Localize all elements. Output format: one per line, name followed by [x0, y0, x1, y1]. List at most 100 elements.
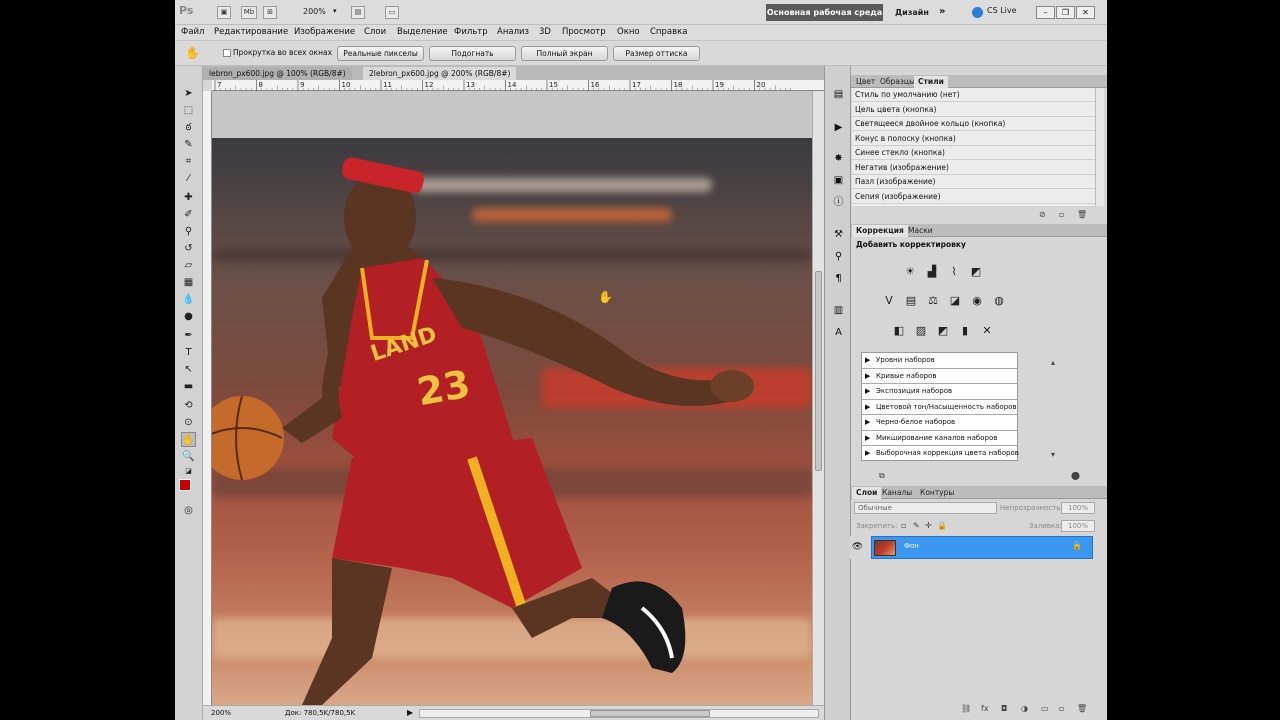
photo-filter-icon[interactable]: ◉: [969, 293, 985, 309]
gradient-map-icon[interactable]: ▮: [957, 323, 973, 339]
new-group-icon[interactable]: ▭: [1041, 704, 1049, 713]
clear-style-icon[interactable]: ⊘: [1039, 210, 1046, 219]
info-icon[interactable]: ⓘ: [832, 196, 845, 209]
quick-selection-tool-icon[interactable]: ✎: [181, 137, 196, 152]
navigator-icon[interactable]: ▣: [832, 174, 845, 187]
play-icon[interactable]: ▶: [407, 708, 413, 717]
document-canvas[interactable]: LAND 23 ✋: [212, 91, 812, 705]
menu-edit[interactable]: Редактирование: [214, 27, 288, 37]
pen-tool-icon[interactable]: ✒: [181, 328, 196, 343]
eraser-tool-icon[interactable]: ▱: [181, 258, 196, 273]
character-icon[interactable]: A: [832, 326, 845, 339]
more-workspaces-icon[interactable]: »: [939, 6, 945, 17]
path-selection-tool-icon[interactable]: ↖: [181, 362, 196, 377]
gradient-tool-icon[interactable]: ▦: [181, 275, 196, 290]
dodge-tool-icon[interactable]: ●: [181, 309, 196, 324]
list-item[interactable]: ▶ Кривые наборов: [862, 369, 1017, 384]
scroll-all-windows-checkbox[interactable]: [223, 49, 231, 57]
list-item[interactable]: Светящееся двойное кольцо (кнопка): [852, 117, 1095, 131]
list-item[interactable]: ▶ Микширование каналов наборов: [862, 431, 1017, 446]
tool-presets-icon[interactable]: ⚒: [832, 228, 845, 241]
lock-all-icon[interactable]: 🔒: [937, 521, 947, 530]
fill-input[interactable]: 100%: [1061, 520, 1095, 532]
lock-transparency-icon[interactable]: ▫: [901, 521, 906, 530]
new-style-icon[interactable]: ▫: [1059, 210, 1064, 219]
list-item[interactable]: Цель цвета (кнопка): [852, 103, 1095, 117]
document-tab-1[interactable]: lebron_px600.jpg @ 100% (RGB/8#): [203, 67, 352, 80]
3d-rotate-tool-icon[interactable]: ⟲: [181, 398, 196, 413]
screen-mode-icon[interactable]: ▭: [385, 6, 399, 19]
fill-screen-button[interactable]: Полный экран: [521, 46, 608, 61]
document-tab-2[interactable]: 2lebron_px600.jpg @ 200% (RGB/8#): [363, 67, 517, 80]
restore-button[interactable]: ❐: [1056, 6, 1075, 19]
fit-screen-button[interactable]: Подогнать: [429, 46, 516, 61]
add-mask-icon[interactable]: ◘: [1001, 704, 1007, 713]
menu-file[interactable]: Файл: [181, 27, 204, 37]
actual-pixels-button[interactable]: Реальные пикселы: [337, 46, 424, 61]
hand-tool-icon[interactable]: ✋: [185, 46, 200, 60]
list-item[interactable]: Синее стекло (кнопка): [852, 146, 1095, 160]
horizontal-scrollbar[interactable]: [419, 709, 819, 718]
lock-image-icon[interactable]: ✎: [913, 521, 920, 530]
list-item[interactable]: ▶ Уровни наборов: [862, 353, 1017, 369]
posterize-icon[interactable]: ▨: [913, 323, 929, 339]
menu-analysis[interactable]: Анализ: [497, 27, 529, 37]
menu-layers[interactable]: Слои: [364, 27, 386, 37]
tab-layers[interactable]: Слои: [852, 487, 882, 499]
quick-mask-icon[interactable]: ◎: [181, 503, 196, 518]
return-to-list-icon[interactable]: ⧉: [879, 471, 885, 481]
layer-name[interactable]: Фон: [904, 542, 919, 550]
default-colors-icon[interactable]: ◪: [181, 464, 196, 479]
zoom-level-select[interactable]: 200%: [303, 7, 326, 16]
cs-live-icon[interactable]: [972, 7, 983, 18]
lasso-tool-icon[interactable]: ఠ: [181, 120, 196, 135]
black-white-icon[interactable]: ◪: [947, 293, 963, 309]
levels-icon[interactable]: ▟: [924, 264, 940, 280]
paragraph-icon[interactable]: ¶: [832, 272, 845, 285]
brush-presets-icon[interactable]: ✸: [832, 152, 845, 165]
healing-brush-tool-icon[interactable]: ✚: [181, 190, 196, 205]
list-item[interactable]: Негатив (изображение): [852, 161, 1095, 175]
opacity-input[interactable]: 100%: [1061, 502, 1095, 514]
shape-tool-icon[interactable]: ▬: [181, 379, 196, 394]
list-item[interactable]: Сепия (изображение): [852, 190, 1095, 204]
history-brush-tool-icon[interactable]: ↺: [181, 241, 196, 256]
extras-icon[interactable]: ⊞: [263, 6, 277, 19]
list-item[interactable]: Пазл (изображение): [852, 175, 1095, 189]
tab-styles[interactable]: Стили: [914, 76, 948, 88]
clone-stamp-tool-icon[interactable]: ⚲: [181, 224, 196, 239]
list-item[interactable]: Стиль по умолчанию (нет): [852, 88, 1095, 102]
list-item[interactable]: Конус в полоску (кнопка): [852, 132, 1095, 146]
link-layers-icon[interactable]: ⛓: [961, 704, 971, 713]
close-button[interactable]: ✕: [1076, 6, 1095, 19]
print-size-button[interactable]: Размер оттиска: [613, 46, 700, 61]
tab-channels[interactable]: Каналы: [878, 487, 916, 499]
blend-mode-select[interactable]: Обычные: [854, 502, 997, 514]
color-balance-icon[interactable]: ⚖: [925, 293, 941, 309]
exposure-icon[interactable]: ◩: [968, 264, 984, 280]
invert-icon[interactable]: ◧: [891, 323, 907, 339]
tab-masks[interactable]: Маски: [904, 225, 937, 237]
menu-select[interactable]: Выделение: [397, 27, 448, 37]
history-icon[interactable]: ▤: [832, 88, 845, 101]
menu-window[interactable]: Окно: [617, 27, 640, 37]
menu-3d[interactable]: 3D: [539, 27, 551, 37]
curves-icon[interactable]: ⌇: [946, 264, 962, 280]
tab-swatches[interactable]: Образцы: [876, 76, 919, 88]
eyedropper-tool-icon[interactable]: ⁄: [181, 171, 196, 186]
clip-to-layer-icon[interactable]: ⬤: [1071, 471, 1080, 480]
layer-row-background[interactable]: Фон 🔒: [871, 536, 1093, 559]
foreground-color-swatch[interactable]: [179, 479, 191, 491]
brush-tool-icon[interactable]: ✐: [181, 207, 196, 222]
minimize-button[interactable]: –: [1036, 6, 1055, 19]
hue-saturation-icon[interactable]: ▤: [903, 293, 919, 309]
menu-view[interactable]: Просмотр: [562, 27, 606, 37]
vibrance-icon[interactable]: V: [881, 293, 897, 309]
move-tool-icon[interactable]: ➤: [181, 86, 196, 101]
clone-source-icon[interactable]: ⚲: [832, 250, 845, 263]
list-item[interactable]: ▶ Цветовой тон/Насыщенность наборов: [862, 400, 1017, 415]
list-item[interactable]: ▶ Черно-белое наборов: [862, 415, 1017, 431]
horizontal-scrollbar-thumb[interactable]: [590, 710, 710, 717]
marquee-tool-icon[interactable]: ⬚: [181, 103, 196, 118]
lock-position-icon[interactable]: ✛: [925, 521, 932, 530]
